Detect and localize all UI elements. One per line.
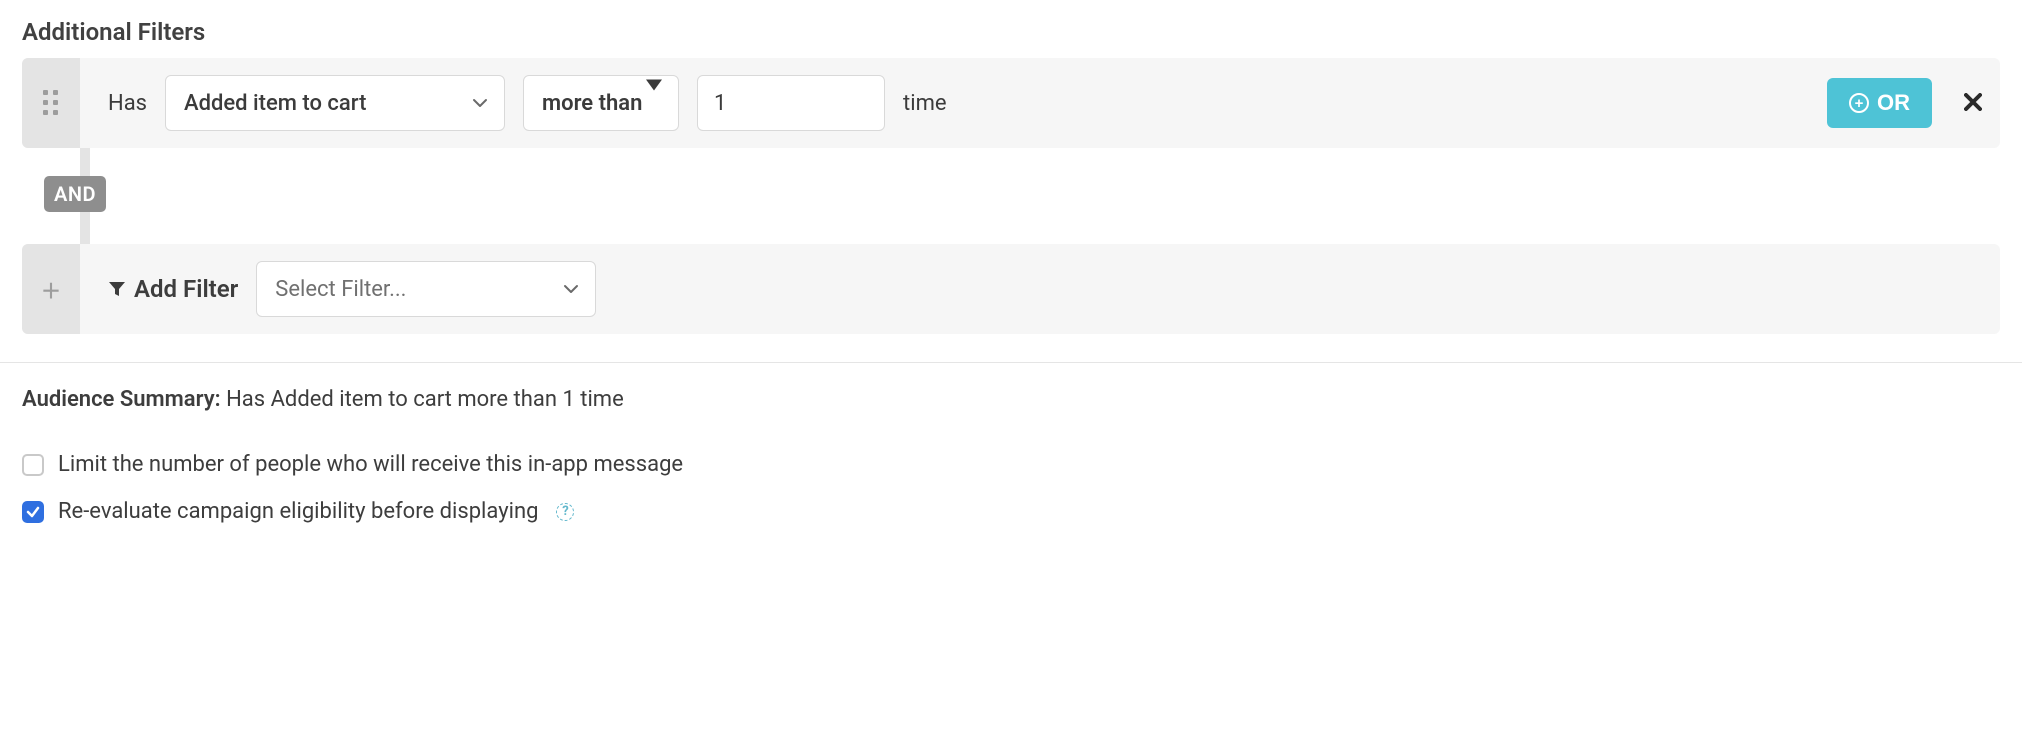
reevaluate-checkbox[interactable] bbox=[22, 501, 44, 523]
audience-summary-label: Audience Summary: bbox=[22, 387, 221, 412]
filter-prefix-label: Has bbox=[108, 91, 147, 116]
reevaluate-checkbox-row: Re-evaluate campaign eligibility before … bbox=[22, 499, 2000, 524]
filter-row: Has Added item to cart more than time + bbox=[22, 58, 2000, 148]
add-filter-handle[interactable]: ＋ bbox=[22, 244, 80, 334]
select-filter-dropdown[interactable]: Select Filter... bbox=[256, 261, 596, 317]
plus-icon: ＋ bbox=[41, 275, 61, 304]
funnel-icon bbox=[108, 280, 126, 298]
select-filter-placeholder: Select Filter... bbox=[275, 277, 406, 302]
add-or-button[interactable]: + OR bbox=[1827, 78, 1932, 128]
count-input[interactable] bbox=[697, 75, 885, 131]
remove-filter-button[interactable] bbox=[1964, 90, 1982, 116]
add-filter-body: Add Filter Select Filter... bbox=[80, 261, 1982, 317]
divider bbox=[0, 362, 2022, 363]
reevaluate-checkbox-label: Re-evaluate campaign eligibility before … bbox=[58, 499, 538, 524]
limit-checkbox[interactable] bbox=[22, 454, 44, 476]
help-icon[interactable]: ? bbox=[556, 503, 574, 521]
plus-circle-icon: + bbox=[1849, 93, 1869, 113]
connector: AND bbox=[22, 148, 2000, 244]
comparator-select-value: more than bbox=[542, 91, 642, 116]
event-select-value: Added item to cart bbox=[184, 91, 366, 116]
or-button-label: OR bbox=[1877, 90, 1910, 116]
drag-handle[interactable] bbox=[22, 58, 80, 148]
audience-summary: Audience Summary: Has Added item to cart… bbox=[22, 387, 2000, 412]
limit-checkbox-label: Limit the number of people who will rece… bbox=[58, 452, 683, 477]
limit-checkbox-row: Limit the number of people who will rece… bbox=[22, 452, 2000, 477]
section-title: Additional Filters bbox=[22, 18, 2000, 46]
filter-suffix-label: time bbox=[903, 91, 947, 116]
event-select[interactable]: Added item to cart bbox=[165, 75, 505, 131]
filters-container: Has Added item to cart more than time + bbox=[22, 58, 2000, 334]
chevron-down-icon bbox=[472, 95, 488, 111]
and-badge: AND bbox=[44, 176, 106, 212]
add-filter-label: Add Filter bbox=[108, 275, 238, 303]
comparator-select[interactable]: more than bbox=[523, 75, 679, 131]
filter-body: Has Added item to cart more than time bbox=[80, 75, 1807, 131]
drag-handle-icon bbox=[43, 90, 59, 116]
add-filter-text: Add Filter bbox=[134, 275, 238, 303]
caret-down-icon bbox=[646, 91, 662, 116]
add-filter-row: ＋ Add Filter Select Filter... bbox=[22, 244, 2000, 334]
audience-summary-text: Has Added item to cart more than 1 time bbox=[226, 387, 624, 412]
close-icon bbox=[1964, 93, 1982, 111]
filter-row-actions: + OR bbox=[1807, 78, 1982, 128]
chevron-down-icon bbox=[563, 281, 579, 297]
